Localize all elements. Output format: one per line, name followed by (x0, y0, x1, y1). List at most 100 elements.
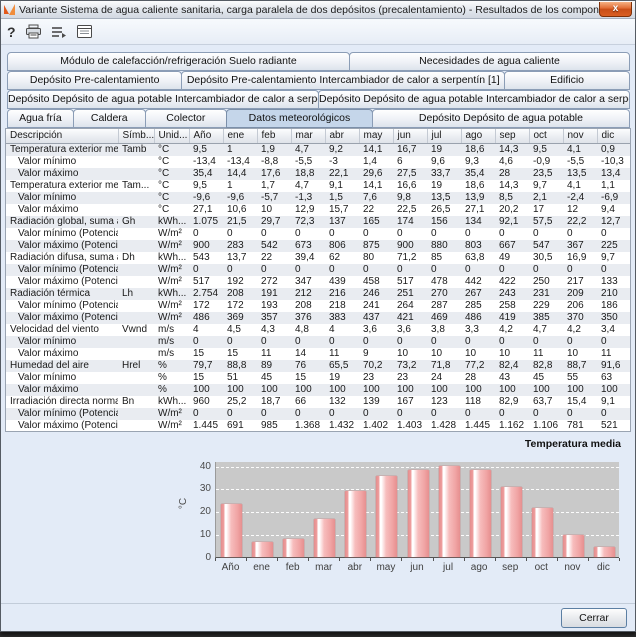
tab-depósito-pre-calentamiento[interactable]: Depósito Pre-calentamiento (7, 71, 182, 90)
row-value: 0 (325, 264, 359, 276)
tab-depósito-depósito-de-agua-potable[interactable]: Depósito Depósito de agua potable (372, 109, 630, 128)
row-value: 165 (359, 216, 393, 228)
row-value: 357 (257, 312, 291, 324)
row-value: 517 (393, 276, 427, 288)
x-axis-tick (308, 558, 309, 561)
row-unit: % (154, 372, 189, 384)
row-value: 15,4 (563, 396, 597, 408)
row-unit: kWh... (154, 252, 189, 264)
row-value: 14 (291, 348, 325, 360)
row-value: 985 (257, 420, 291, 432)
row-value: 880 (427, 240, 461, 252)
row-value: 0 (461, 264, 495, 276)
row-symbol: Bn (118, 396, 154, 408)
row-value: 0 (359, 336, 393, 348)
row-value: 15 (189, 348, 223, 360)
app-logo-icon (4, 4, 15, 15)
row-symbol: Gh (118, 216, 154, 228)
row-value: 208 (291, 300, 325, 312)
tab-módulo-de-calefacción-refrigeración-suelo-radian[interactable]: Módulo de calefacción/refrigeración Suel… (7, 52, 350, 71)
row-value: 66 (291, 396, 325, 408)
row-value: 100 (189, 384, 223, 396)
row-value: 4,2 (563, 324, 597, 336)
row-value: 9 (359, 348, 393, 360)
row-value: 543 (189, 252, 223, 264)
row-value: 89 (257, 360, 291, 372)
window-close-button[interactable]: x (599, 2, 632, 17)
row-value: 100 (563, 384, 597, 396)
x-axis-tick (277, 558, 278, 561)
row-value: 100 (325, 384, 359, 396)
row-value: 270 (427, 288, 461, 300)
row-value: 134 (461, 216, 495, 228)
row-value: 0 (291, 264, 325, 276)
row-description: Velocidad del viento (6, 324, 118, 336)
row-value: -5,5 (291, 156, 325, 168)
tab-depósito-pre-calentamiento-intercambiador-de-cal[interactable]: Depósito Pre-calentamiento Intercambiado… (181, 71, 505, 90)
chart-zone: Temperatura media °C 010203040Añoenefebm… (1, 432, 635, 598)
row-value: 9,2 (325, 143, 359, 156)
x-axis-tick (526, 558, 527, 561)
row-symbol: Dh (118, 252, 154, 264)
row-value: 100 (359, 384, 393, 396)
row-value: 246 (359, 288, 393, 300)
row-value: 241 (359, 300, 393, 312)
row-value: 100 (597, 384, 631, 396)
bar-mar (314, 519, 335, 557)
row-value: 250 (529, 276, 563, 288)
row-description: Radiación difusa, suma anual (6, 252, 118, 264)
y-tick-label: 40 (185, 461, 211, 472)
row-symbol (118, 372, 154, 384)
row-value: 0 (495, 228, 529, 240)
row-value: 27,1 (461, 204, 495, 216)
row-value: 0 (529, 408, 563, 420)
row-description: Valor mínimo (6, 156, 118, 168)
row-unit: W/m² (154, 408, 189, 420)
row-value: -2,4 (563, 192, 597, 204)
row-value: 258 (495, 300, 529, 312)
row-value: 383 (325, 312, 359, 324)
row-value: 100 (291, 384, 325, 396)
tab-colector[interactable]: Colector (145, 109, 227, 128)
row-value: 51 (223, 372, 257, 384)
help-icon[interactable]: ? (7, 23, 16, 41)
x-tick-label: jun (401, 562, 432, 573)
row-description: Radiación global, suma anual (6, 216, 118, 228)
row-value: 0 (427, 336, 461, 348)
tab-datos-meteorológicos[interactable]: Datos meteorológicos (226, 109, 373, 128)
cerrar-button[interactable]: Cerrar (561, 608, 627, 628)
row-value: 212 (291, 288, 325, 300)
report-export-icon[interactable] (51, 23, 67, 41)
table-row: Valor mínimo (Potencia)W/m²0000000000000 (6, 264, 631, 276)
row-unit: W/m² (154, 228, 189, 240)
tab-necesidades-de-agua-caliente[interactable]: Necesidades de agua caliente (349, 52, 630, 71)
bar-abr (345, 491, 366, 557)
tab-agua-fría[interactable]: Agua fría (7, 109, 74, 128)
row-value: -8,8 (257, 156, 291, 168)
tab-depósito-depósito-de-agua-potable-intercambiador[interactable]: Depósito Depósito de agua potable Interc… (318, 90, 630, 109)
tab-depósito-depósito-de-agua-potable-intercambiador[interactable]: Depósito Depósito de agua potable Interc… (7, 90, 319, 109)
row-value: 267 (461, 288, 495, 300)
x-tick-label: feb (277, 562, 308, 573)
row-value: 1 (223, 143, 257, 156)
row-value: 192 (223, 276, 257, 288)
row-value: 243 (495, 288, 529, 300)
row-description: Irradiación directa normal (6, 396, 118, 408)
row-value: 875 (359, 240, 393, 252)
x-axis-tick (246, 558, 247, 561)
row-value: 88,7 (563, 360, 597, 372)
print-preview-icon[interactable] (76, 23, 93, 41)
row-value: 0 (393, 264, 427, 276)
print-icon[interactable] (25, 23, 42, 41)
tab-caldera[interactable]: Caldera (73, 109, 146, 128)
bar-dic (594, 547, 615, 557)
tab-edificio[interactable]: Edificio (504, 71, 630, 90)
row-value: 9,1 (325, 180, 359, 192)
row-value: 29,7 (257, 216, 291, 228)
row-value: 10,6 (223, 204, 257, 216)
row-value: 10 (563, 348, 597, 360)
x-axis-tick (339, 558, 340, 561)
row-symbol (118, 228, 154, 240)
window-title: Variante Sistema de agua caliente sanita… (19, 4, 625, 16)
row-value: 22,5 (393, 204, 427, 216)
